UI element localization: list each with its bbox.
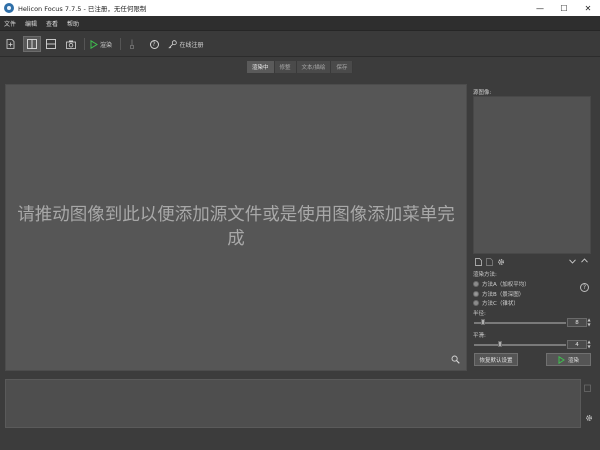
method-b-radio[interactable]: 方法B（景深图） [473,290,524,298]
chevron-down-icon[interactable] [569,259,576,264]
split-vertical-icon [27,39,37,49]
menu-bar: 文件 编辑 查看 帮助 [0,16,600,31]
smoothing-slider-thumb[interactable] [497,341,502,347]
online-register-button[interactable]: 在线注册 [166,36,206,52]
close-button[interactable]: ✕ [576,0,600,16]
toolbar-separator [120,38,121,50]
radio-dot [473,291,479,297]
method-c-label: 方法C（锥状） [482,301,519,307]
brush-button[interactable] [127,36,137,52]
log-panel[interactable] [5,379,581,428]
tab-save[interactable]: 保存 [331,61,354,73]
render-method-label: 渲染方法: [473,272,497,278]
radius-spinbox[interactable]: 8 [567,318,587,327]
method-c-radio[interactable]: 方法C（锥状） [473,299,519,307]
source-images-list[interactable] [473,96,591,254]
render-button-label: 渲染 [567,357,579,364]
radio-dot [473,281,479,287]
method-help-icon[interactable]: ? [580,283,589,292]
reset-defaults-button[interactable]: 恢复默认设置 [474,353,518,366]
radius-label: 半径: [473,311,486,317]
camera-icon [66,40,76,49]
smoothing-label: 平滑: [473,333,486,339]
chevron-up-icon[interactable] [581,258,588,263]
tab-rendering[interactable]: 渲染中 [247,61,275,73]
helicon-app-icon [4,3,14,13]
menu-edit[interactable]: 编辑 [25,19,37,28]
add-file-icon[interactable] [475,258,482,266]
camera-control-button[interactable] [64,36,78,52]
split-horizontal-icon [46,39,56,49]
radius-slider-track[interactable] [474,322,566,324]
toolbar: 渲染 ? 在线注册 [0,31,600,57]
title-bar: Helicon Focus 7.7.5 - 已注册，无任何限制 — ☐ ✕ [0,0,600,16]
radius-slider-thumb[interactable] [481,319,486,325]
brush-icon [130,39,134,49]
maximize-button[interactable]: ☐ [552,0,576,16]
smoothing-spinbox[interactable]: 4 [567,340,587,349]
method-a-radio[interactable]: 方法A（加权平均） [473,280,530,288]
render-toolbar-button[interactable]: 渲染 [88,36,114,52]
menu-file[interactable]: 文件 [4,19,16,28]
play-icon [558,355,565,364]
render-toolbar-label: 渲染 [99,41,112,49]
radius-spin-arrows[interactable]: ▲ ▼ [586,317,592,327]
split-view-horizontal-button[interactable] [44,36,58,52]
help-icon: ? [149,39,159,49]
add-images-button[interactable] [3,36,17,52]
smoothing-spin-arrows[interactable]: ▲ ▼ [586,339,592,349]
menu-help[interactable]: 帮助 [67,19,79,28]
magnifier-icon[interactable] [451,355,460,364]
mode-tabs: 渲染中 修整 文本/描绘 保存 [247,61,354,73]
settings-gear-icon[interactable] [585,414,593,422]
method-a-label: 方法A（加权平均） [482,282,530,288]
settings-gear-icon[interactable] [497,258,505,266]
minimize-button[interactable]: — [528,0,552,16]
smoothing-slider-track[interactable] [474,344,566,346]
remove-file-icon[interactable] [486,258,493,266]
play-icon [90,39,98,49]
render-button[interactable]: 渲染 [546,353,591,366]
split-view-vertical-button[interactable] [23,36,41,52]
tab-retouching[interactable]: 修整 [274,61,297,73]
add-file-icon [6,39,14,49]
window-controls: — ☐ ✕ [528,0,600,16]
online-register-label: 在线注册 [179,41,204,49]
menu-view[interactable]: 查看 [46,19,58,28]
help-button[interactable]: ? [148,36,160,52]
tab-text-annotation[interactable]: 文本/描绘 [296,61,332,73]
key-icon [169,39,178,48]
window-title: Helicon Focus 7.7.5 - 已注册，无任何限制 [18,5,147,13]
drop-hint-text: 请推动图像到此以便添加源文件或是使用图像添加菜单完成 [17,205,455,249]
radio-dot [473,300,479,306]
source-images-label: 源图像: [473,90,492,96]
method-b-label: 方法B（景深图） [482,292,525,298]
toolbar-separator [84,38,85,50]
clipboard-icon[interactable] [584,384,591,392]
image-preview-area[interactable]: 请推动图像到此以便添加源文件或是使用图像添加菜单完成 [5,84,467,371]
